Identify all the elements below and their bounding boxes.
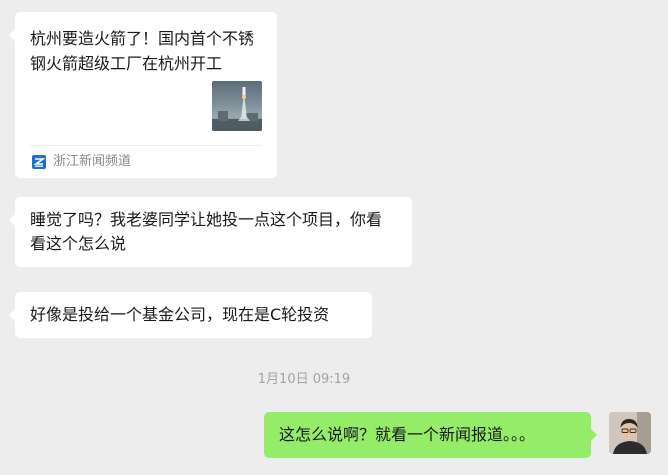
incoming-message[interactable]: 睡觉了吗？我老婆同学让她投一点这个项目，你看看这个怎么说 (9, 197, 412, 267)
chat-timestamp: 1月10日 09:19 (257, 372, 351, 387)
card-source-label: 浙江新闻频道 (53, 154, 132, 169)
message-text: 睡觉了吗？我老婆同学让她投一点这个项目，你看看这个怎么说 (30, 210, 383, 253)
outgoing-message[interactable]: 这怎么说啊？就看一个新闻报道。。。 (264, 412, 597, 458)
news-link-card[interactable]: 杭州要造火箭了！国内首个不锈钢火箭超级工厂在杭州开工 浙江新闻频道 (9, 12, 277, 178)
user-avatar[interactable] (609, 412, 651, 454)
message-text: 这怎么说啊？就看一个新闻报道。。。 (279, 425, 536, 444)
card-divider (30, 145, 262, 146)
incoming-message[interactable]: 好像是投给一个基金公司，现在是C轮投资 (9, 292, 372, 338)
zhejiang-news-logo-icon (32, 155, 46, 169)
card-source: 浙江新闻频道 (32, 152, 131, 172)
card-title: 杭州要造火箭了！国内首个不锈钢火箭超级工厂在杭州开工 (30, 29, 255, 73)
avatar-photo-icon (609, 412, 651, 454)
message-text: 好像是投给一个基金公司，现在是C轮投资 (30, 305, 330, 324)
rocket-launch-thumbnail (212, 81, 262, 131)
